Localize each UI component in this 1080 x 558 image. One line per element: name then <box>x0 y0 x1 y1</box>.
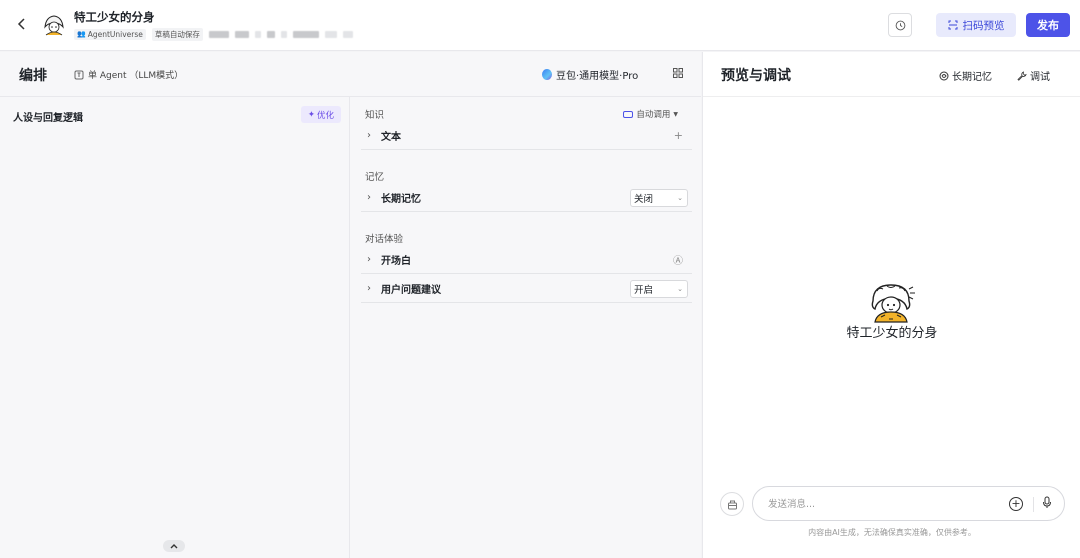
agent-mode-selector[interactable]: 单 Agent （LLM模式） <box>74 68 183 81</box>
redacted-block <box>280 30 287 38</box>
debug-button[interactable]: 调试 <box>1017 68 1050 83</box>
scan-preview-button[interactable]: 扫码预览 <box>936 13 1016 37</box>
divider <box>703 96 1080 97</box>
redacted-block <box>324 30 337 38</box>
chevron-right-icon: › <box>367 254 371 265</box>
skills-section: 知识 自动调用 ▼ › 文本 + 记忆 › 长期记忆 关闭 ⌄ 对话体验 › 开… <box>361 97 692 558</box>
model-selector[interactable]: 豆包·通用模型·Pro <box>542 67 638 82</box>
top-bar: 特工少女的分身 👥 AgentUniverse 草稿自动保存 扫码预览 发布 <box>0 0 1080 51</box>
question-suggestions-select[interactable]: 开启 ⌄ <box>630 280 688 298</box>
opening-icon[interactable]: Ⓐ <box>673 252 683 267</box>
chevron-right-icon: › <box>367 283 371 294</box>
preview-title: 预览与调试 <box>721 68 791 84</box>
auto-call-icon <box>623 110 634 118</box>
history-button[interactable] <box>888 13 912 37</box>
user-group-icon: 👥 <box>77 30 86 38</box>
redacted-block <box>292 30 319 38</box>
publish-button[interactable]: 发布 <box>1026 13 1070 37</box>
team-chip: 👥 AgentUniverse <box>74 28 146 40</box>
history-icon <box>895 20 905 30</box>
redacted-block <box>208 30 229 38</box>
plus-icon[interactable]: + <box>674 129 683 142</box>
knowledge-text-row[interactable]: › 文本 + <box>361 122 692 150</box>
editor-panel: 编排 单 Agent （LLM模式） 豆包·通用模型·Pro 人设与回复逻辑 ✦… <box>0 52 701 558</box>
preview-panel: 预览与调试 长期记忆 调试 特工少女的分身 + 内容由AI生成，无法确保真实准确… <box>702 52 1080 558</box>
chevron-down-icon: ⌄ <box>677 194 683 202</box>
divider <box>1033 497 1034 512</box>
agent-mode-icon <box>74 70 84 79</box>
scan-icon <box>948 20 957 30</box>
redacted-block <box>266 30 275 38</box>
model-logo-icon <box>542 69 552 80</box>
memory-icon <box>939 71 949 80</box>
redacted-block <box>234 30 249 38</box>
long-term-memory-button[interactable]: 长期记忆 <box>939 68 992 83</box>
grid-icon[interactable] <box>673 68 683 81</box>
chevron-right-icon: › <box>367 130 371 141</box>
editor-header: 编排 单 Agent （LLM模式） 豆包·通用模型·Pro <box>0 52 701 97</box>
bot-name: 特工少女的分身 <box>846 326 938 341</box>
chevron-right-icon: › <box>367 192 371 203</box>
clear-context-button[interactable] <box>720 492 744 516</box>
agent-title[interactable]: 特工少女的分身 <box>74 9 155 25</box>
back-arrow-icon[interactable] <box>14 16 30 32</box>
ai-disclaimer: 内容由AI生成，无法确保真实准确，仅供参考。 <box>808 528 976 537</box>
sparkle-icon: ✦ <box>307 109 316 120</box>
opening-row[interactable]: › 开场白 Ⓐ <box>361 246 692 274</box>
editor-title: 编排 <box>19 68 47 84</box>
redacted-block <box>254 30 261 38</box>
bot-avatar <box>867 281 917 323</box>
wrench-icon <box>1017 70 1027 81</box>
microphone-icon[interactable] <box>1042 496 1052 512</box>
message-input[interactable] <box>768 496 998 512</box>
persona-section: 人设与回复逻辑 ✦ 优化 <box>0 97 350 558</box>
question-suggestions-row[interactable]: › 用户问题建议 开启 ⌄ <box>361 275 692 303</box>
redacted-block <box>342 30 353 38</box>
knowledge-section-label: 知识 <box>365 110 385 121</box>
auto-call-dropdown[interactable]: 自动调用 ▼ <box>623 108 678 120</box>
long-term-memory-row[interactable]: › 长期记忆 关闭 ⌄ <box>361 184 692 212</box>
agent-avatar <box>42 13 66 37</box>
long-term-memory-select[interactable]: 关闭 ⌄ <box>630 189 688 207</box>
dialog-section-label: 对话体验 <box>365 234 404 245</box>
chevron-down-icon: ⌄ <box>677 285 683 293</box>
clear-context-icon <box>727 500 737 509</box>
message-input-box: + <box>752 486 1065 521</box>
collapse-up-icon[interactable] <box>163 540 185 552</box>
memory-section-label: 记忆 <box>365 172 385 183</box>
agent-meta: 👥 AgentUniverse 草稿自动保存 <box>74 27 353 41</box>
optimize-button[interactable]: ✦ 优化 <box>301 106 341 123</box>
chevron-down-icon: ▼ <box>673 110 678 118</box>
add-circle-icon[interactable]: + <box>1009 497 1023 511</box>
persona-title: 人设与回复逻辑 <box>13 113 83 124</box>
save-status: 草稿自动保存 <box>151 27 203 41</box>
